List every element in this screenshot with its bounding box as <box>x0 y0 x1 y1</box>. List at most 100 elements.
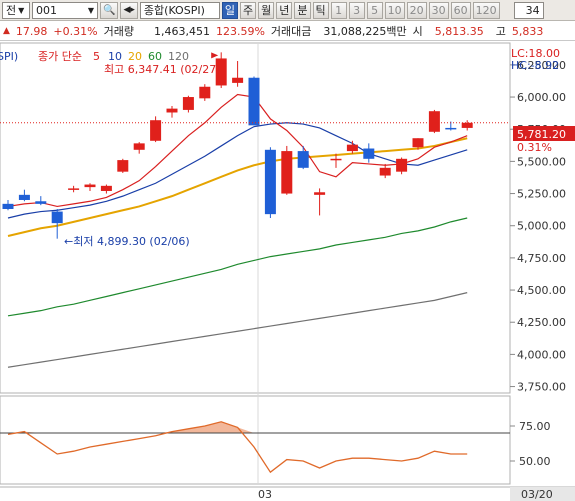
y-axis: 6,250.006,000.005,750.005,500.005,250.00… <box>510 59 566 394</box>
oscillator-axis: 75.00 50.00 <box>510 420 551 468</box>
oscillator <box>0 421 510 474</box>
y-tick-label: 4,250.00 <box>517 316 566 329</box>
volume-ratio: 123.59% <box>215 24 265 38</box>
y-tick-label: 5,250.00 <box>517 188 566 201</box>
up-arrow-icon: ▲ <box>3 26 10 36</box>
legend-title: 종가 단순 <box>38 50 82 63</box>
candle-body <box>182 97 194 110</box>
period-tab-4[interactable]: 분 <box>294 1 311 19</box>
high-arrow-icon <box>211 52 219 59</box>
candle-body <box>117 160 129 172</box>
search-icon: 🔍 <box>103 4 116 16</box>
interval-10[interactable]: 10 <box>384 1 405 19</box>
count-value: 34 <box>525 3 540 17</box>
change-pct: +0.31% <box>53 24 98 38</box>
interval-120[interactable]: 120 <box>472 1 500 19</box>
y-tick-label: 5,000.00 <box>517 220 566 233</box>
candle-body <box>264 149 276 215</box>
interval-label: 30 <box>431 3 446 17</box>
search-button[interactable]: 🔍 <box>100 1 119 19</box>
candle-body <box>199 86 211 99</box>
volume-value: 1,463,451 <box>153 24 210 38</box>
high-label: 고 <box>495 25 506 38</box>
osc-tick-label: 75.00 <box>519 420 551 433</box>
name-value: 종합(KOSPI) <box>143 4 205 17</box>
interval-5[interactable]: 5 <box>366 1 383 19</box>
candle-body <box>330 158 342 161</box>
candle-body <box>166 108 178 113</box>
candle-body <box>314 192 326 195</box>
candle-body <box>51 211 63 224</box>
interval-label: 120 <box>475 3 497 17</box>
period-tab-3[interactable]: 년 <box>276 1 293 19</box>
candle-body <box>445 127 457 130</box>
y-tick-label: 5,500.00 <box>517 155 566 168</box>
y-tick-label: 4,750.00 <box>517 252 566 265</box>
count-input[interactable]: 34 <box>513 1 544 19</box>
legend-ma10: 10 <box>108 50 122 63</box>
moving-averages <box>7 93 468 368</box>
legend-ma120: 120 <box>168 50 189 63</box>
candle-body <box>346 144 358 152</box>
amount-value: 31,088,225백만 <box>323 25 407 38</box>
code-value: 001 <box>36 3 57 17</box>
interval-label: 1 <box>335 3 343 17</box>
period-label: 일 <box>224 4 236 17</box>
legend-ma5: 5 <box>93 50 100 63</box>
x-label-last: 03/20 <box>521 488 553 501</box>
candle-body <box>68 188 80 190</box>
speaker-icon: ◀▸ <box>123 5 135 15</box>
candle-body <box>297 151 309 168</box>
interval-3[interactable]: 3 <box>348 1 365 19</box>
code-input[interactable]: 001 ▼ <box>32 1 98 19</box>
interval-60[interactable]: 60 <box>450 1 471 19</box>
open-value: 5,813.35 <box>434 24 484 38</box>
period-tab-5[interactable]: 틱 <box>312 1 329 19</box>
market-label: 전 <box>6 4 17 17</box>
current-price: 5,781.20 <box>517 128 566 141</box>
interval-label: 20 <box>409 3 424 17</box>
name-field[interactable]: 종합(KOSPI) <box>139 1 220 19</box>
hc-label: HC:-8.92 <box>511 59 559 72</box>
y-tick-label: 3,750.00 <box>517 381 566 394</box>
candle-body <box>396 158 408 172</box>
period-tab-0[interactable]: 일 <box>221 1 239 19</box>
quote-bar: ▲ 17.98 +0.31% 거래량 1,463,451 123.59% 거래대… <box>0 22 575 41</box>
candle-body <box>363 148 375 159</box>
period-label: 틱 <box>315 4 326 17</box>
candle-body <box>150 120 162 141</box>
period-label: 분 <box>297 4 308 17</box>
interval-label: 60 <box>453 3 468 17</box>
interval-30[interactable]: 30 <box>428 1 449 19</box>
low-annotation: ←최저 4,899.30 (02/06) <box>64 235 190 248</box>
interval-1[interactable]: 1 <box>330 1 347 19</box>
candle-body <box>100 185 112 191</box>
candle-body <box>379 167 391 176</box>
market-select[interactable]: 전 ▼ <box>2 1 30 19</box>
period-tab-2[interactable]: 월 <box>258 1 275 19</box>
price-chart[interactable]: 6,250.006,000.005,750.005,500.005,250.00… <box>0 41 575 501</box>
period-label: 주 <box>243 4 254 17</box>
candle-body <box>2 203 14 209</box>
period-tab-1[interactable]: 주 <box>240 1 257 19</box>
interval-label: 3 <box>353 3 361 17</box>
chevron-down-icon: ▼ <box>87 5 94 15</box>
candle-body <box>412 138 424 148</box>
interval-20[interactable]: 20 <box>406 1 427 19</box>
candle-body <box>281 151 293 194</box>
period-label: 년 <box>279 4 290 17</box>
volume-button[interactable]: ◀▸ <box>120 1 138 19</box>
high-annotation: 최고 6,347.41 (02/27) <box>104 63 221 76</box>
x-label-date: 03 <box>258 488 272 501</box>
amount-label: 거래대금 <box>270 25 312 38</box>
volume-label: 거래량 <box>103 25 134 38</box>
y-tick-label: 4,000.00 <box>517 348 566 361</box>
change-value: 17.98 <box>15 24 48 38</box>
ma60-line <box>7 217 468 317</box>
ma20-line <box>7 137 468 237</box>
oscillator-panel-frame <box>0 395 511 485</box>
period-label: 월 <box>261 4 272 17</box>
interval-label: 5 <box>371 3 379 17</box>
candle-body <box>84 184 96 188</box>
candle-body <box>133 143 145 150</box>
